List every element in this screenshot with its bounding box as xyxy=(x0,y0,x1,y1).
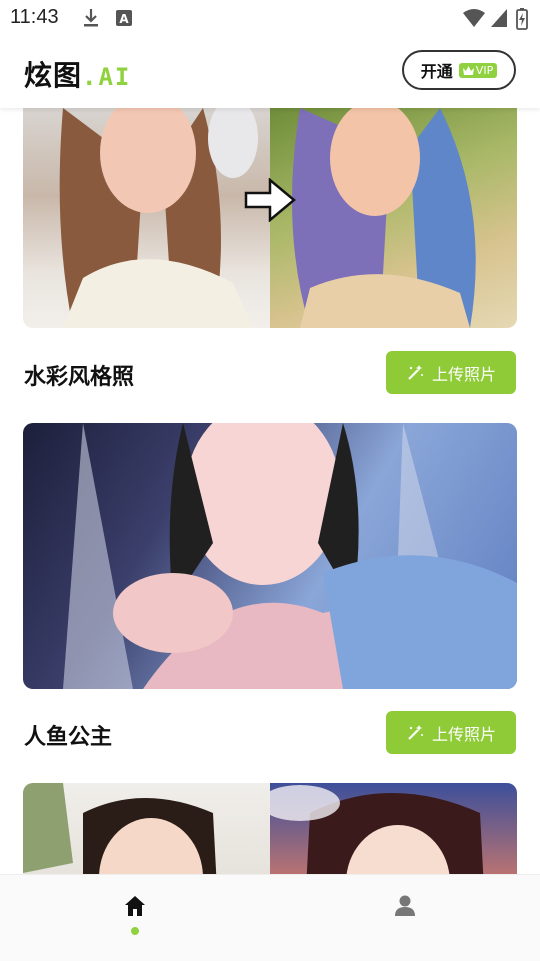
open-vip-button[interactable]: 开通 VIP xyxy=(402,50,516,90)
status-time: 11:43 xyxy=(10,6,59,28)
template-preview-mermaid[interactable] xyxy=(23,423,517,689)
vip-button-label: 开通 xyxy=(420,62,453,81)
upload-photo-button[interactable]: 上传照片 xyxy=(386,711,516,754)
vip-badge: VIP xyxy=(458,62,498,78)
template-feed[interactable]: 水彩风格照 上传照片 人鱼公主 上传照片 xyxy=(0,108,540,874)
magic-wand-icon xyxy=(408,364,423,380)
home-icon[interactable] xyxy=(122,893,148,919)
watercolor-placeholder xyxy=(292,108,476,328)
bottom-navigation xyxy=(0,874,540,961)
svg-text:A: A xyxy=(119,12,129,26)
download-icon xyxy=(84,9,98,27)
arrow-right-icon xyxy=(244,178,296,222)
upload-button-label: 上传照片 xyxy=(431,724,496,744)
wifi-icon xyxy=(463,9,485,27)
section-title: 水彩风格照 xyxy=(24,365,135,390)
magic-wand-icon xyxy=(408,724,423,740)
signal-icon xyxy=(491,9,507,27)
crown-icon xyxy=(462,65,474,75)
profile-icon[interactable] xyxy=(392,893,418,919)
portrait-placeholder xyxy=(23,783,217,874)
anime-placeholder xyxy=(260,785,484,874)
before-photo xyxy=(23,108,270,328)
after-photo xyxy=(270,108,517,328)
vip-badge-text: VIP xyxy=(475,63,494,77)
section-title: 人鱼公主 xyxy=(24,725,113,750)
portrait-placeholder xyxy=(59,108,258,328)
upload-button-label: 上传照片 xyxy=(431,364,496,384)
upload-photo-button[interactable]: 上传照片 xyxy=(386,351,516,394)
after-photo xyxy=(260,783,517,874)
status-bar: 11:43 A xyxy=(0,0,540,36)
template-preview-watercolor[interactable] xyxy=(23,108,517,328)
active-tab-indicator xyxy=(131,927,139,935)
keyboard-a-icon: A xyxy=(116,10,132,26)
logo-ai-text: .AI xyxy=(82,63,132,91)
battery-charging-icon xyxy=(516,8,528,30)
template-preview-anime[interactable] xyxy=(23,783,517,874)
before-photo xyxy=(23,783,270,874)
logo-text: 炫图 xyxy=(24,59,83,92)
app-header: 炫图.AI 开通 VIP xyxy=(0,36,540,108)
app-logo: 炫图.AI xyxy=(24,54,131,94)
mermaid-portrait-placeholder xyxy=(63,423,517,689)
